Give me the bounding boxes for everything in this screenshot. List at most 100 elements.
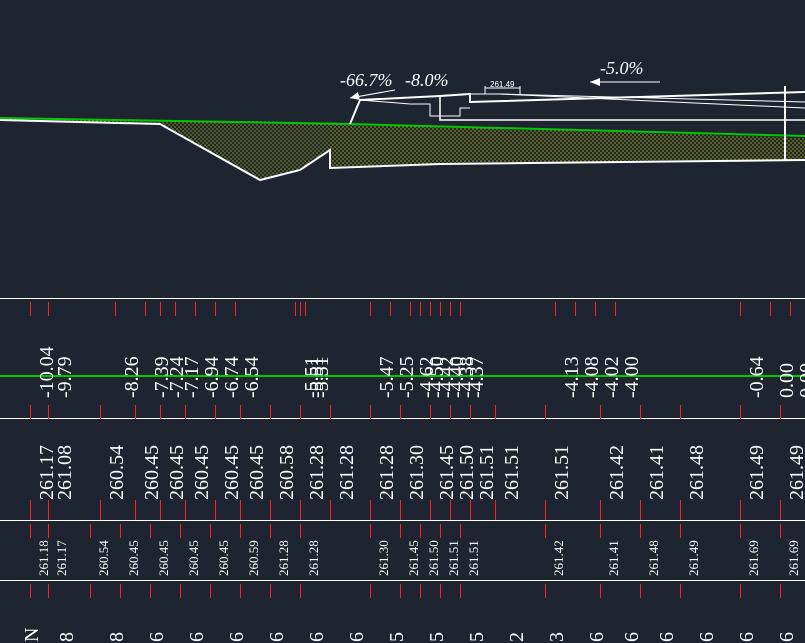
data-value: 261.28 xyxy=(336,445,359,500)
tick-mark xyxy=(185,405,186,419)
tick-mark xyxy=(180,584,181,598)
tick-mark xyxy=(235,302,236,316)
tick-mark xyxy=(640,500,641,520)
tick-mark xyxy=(370,405,371,419)
data-value: 261.28 xyxy=(306,445,329,500)
tick-mark xyxy=(270,524,271,538)
tick-mark xyxy=(48,524,49,538)
tick-mark xyxy=(545,524,546,538)
data-value: 5 xyxy=(426,632,449,642)
drawing-area: -66.7% -8.0% -5.0% 261.49 -10.04-9.79-8.… xyxy=(0,0,805,643)
cad-viewport[interactable]: -66.7% -8.0% -5.0% 261.49 -10.04-9.79-8.… xyxy=(0,0,805,643)
tick-mark xyxy=(215,302,216,316)
tick-mark xyxy=(295,302,296,316)
data-value: 261.51 xyxy=(551,445,574,500)
tick-mark xyxy=(640,584,641,598)
tick-mark xyxy=(495,500,496,520)
data-value: 260.45 xyxy=(246,445,269,500)
tick-mark xyxy=(175,302,176,316)
data-value: 261.51 xyxy=(476,445,499,500)
tick-mark xyxy=(740,524,741,538)
tick-mark xyxy=(740,584,741,598)
tick-mark xyxy=(120,584,121,598)
data-value: 2 xyxy=(506,632,529,642)
tick-mark xyxy=(160,302,161,316)
data-value: -4.00 xyxy=(621,356,644,398)
tick-mark xyxy=(390,302,391,316)
tick-mark xyxy=(420,524,421,538)
data-value: 6 xyxy=(656,632,679,642)
tick-mark xyxy=(680,584,681,598)
tick-mark xyxy=(240,524,241,538)
tick-mark xyxy=(330,500,331,520)
tick-mark xyxy=(305,302,306,316)
tick-mark xyxy=(185,500,186,520)
data-value: 261.48 xyxy=(646,540,662,576)
data-value: 261.17 xyxy=(54,540,70,576)
tick-mark xyxy=(555,302,556,316)
data-value: 6 xyxy=(266,632,289,642)
tick-mark xyxy=(48,405,49,419)
data-value: 6 xyxy=(306,632,329,642)
data-value: -8.26 xyxy=(121,356,144,398)
tick-mark xyxy=(210,524,211,538)
tick-mark xyxy=(195,302,196,316)
tick-mark xyxy=(740,500,741,520)
tick-mark xyxy=(420,584,421,598)
tick-mark xyxy=(30,302,31,316)
tick-mark xyxy=(150,524,151,538)
tick-mark xyxy=(240,405,241,419)
tick-mark xyxy=(330,405,331,419)
tick-mark xyxy=(100,405,101,419)
data-value: 6 xyxy=(621,632,644,642)
data-value: 261.48 xyxy=(686,445,709,500)
tick-mark xyxy=(780,584,781,598)
data-value: 9 xyxy=(801,632,805,642)
tick-mark xyxy=(370,584,371,598)
data-value: 260.45 xyxy=(126,540,142,576)
data-value: 6 xyxy=(226,632,249,642)
tick-mark xyxy=(640,405,641,419)
band-separator xyxy=(0,298,805,299)
data-value: 6 xyxy=(146,632,169,642)
tick-mark xyxy=(600,405,601,419)
data-value: 261.45 xyxy=(406,540,422,576)
band-separator xyxy=(0,580,805,581)
data-value: N xyxy=(21,628,44,642)
tick-mark xyxy=(430,405,431,419)
data-value: 6 xyxy=(346,632,369,642)
tick-mark xyxy=(680,500,681,520)
tick-mark xyxy=(215,405,216,419)
data-value: 260.45 xyxy=(221,445,244,500)
tick-mark xyxy=(90,524,91,538)
data-value: 5 xyxy=(386,632,409,642)
data-value: 6 xyxy=(186,632,209,642)
tick-mark xyxy=(680,524,681,538)
tick-mark xyxy=(420,302,421,316)
tick-mark xyxy=(740,302,741,316)
tick-mark xyxy=(300,500,301,520)
cross-section-svg xyxy=(0,0,805,300)
band-separator xyxy=(0,520,805,521)
data-value: 261.69 xyxy=(746,540,762,576)
data-value: 6 xyxy=(776,632,799,642)
tick-mark xyxy=(780,405,781,419)
tick-mark xyxy=(430,500,431,520)
tick-mark xyxy=(400,584,401,598)
tick-mark xyxy=(615,302,616,316)
tick-mark xyxy=(440,584,441,598)
tick-mark xyxy=(450,500,451,520)
tick-mark xyxy=(48,584,49,598)
data-value: -6.54 xyxy=(241,356,264,398)
data-value: 261.28 xyxy=(306,540,322,576)
tick-mark xyxy=(450,405,451,419)
slope-label: -66.7% xyxy=(340,70,393,91)
data-value: 261.28 xyxy=(276,540,292,576)
tick-mark xyxy=(48,500,49,520)
tick-mark xyxy=(780,524,781,538)
dim-label: 261.49 xyxy=(490,80,514,89)
data-value: 261.41 xyxy=(646,445,669,500)
tick-mark xyxy=(575,302,576,316)
tick-mark xyxy=(48,302,49,316)
tick-mark xyxy=(270,584,271,598)
